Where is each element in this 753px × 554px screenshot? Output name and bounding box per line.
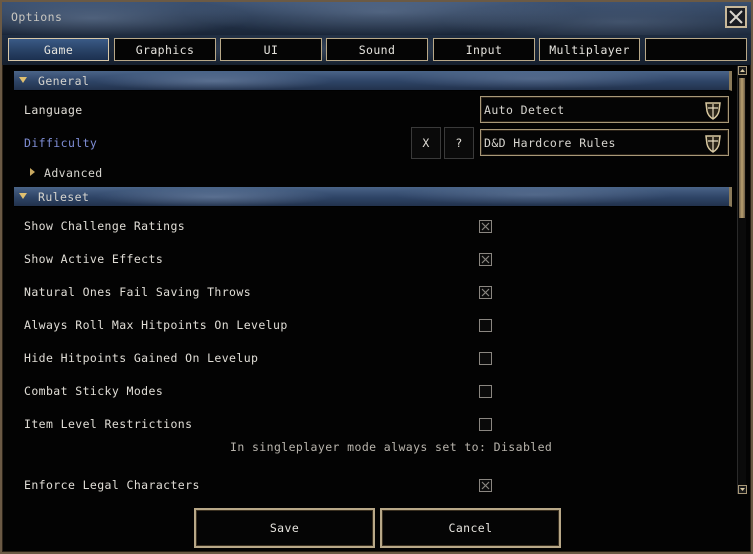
title-bar[interactable]: Options	[2, 2, 751, 35]
save-button[interactable]: Save	[194, 508, 375, 548]
option-checkbox[interactable]	[479, 220, 492, 233]
check-x-icon	[481, 255, 490, 264]
check-x-icon	[481, 481, 490, 490]
option-label: Enforce Legal Characters	[24, 478, 200, 492]
section-title-general: General	[38, 74, 90, 88]
arrow-up-icon	[740, 69, 745, 72]
option-label: Always Roll Max Hitpoints On Levelup	[24, 318, 288, 332]
tab-input[interactable]: Input	[433, 38, 535, 61]
section-header-general[interactable]: General	[14, 71, 732, 91]
check-x-icon	[481, 222, 490, 231]
language-label: Language	[24, 103, 83, 117]
section-title-ruleset: Ruleset	[38, 190, 90, 204]
scroll-thumb[interactable]	[739, 78, 745, 218]
option-checkbox[interactable]	[479, 253, 492, 266]
option-checkbox[interactable]	[479, 479, 492, 492]
shield-dropdown-icon	[705, 102, 721, 120]
options-window: Options Game Graphics UI Sound Input Mul…	[0, 0, 753, 554]
section-header-ruleset[interactable]: Ruleset	[14, 187, 732, 207]
option-label: Show Active Effects	[24, 252, 164, 266]
scroll-down-button[interactable]	[738, 485, 747, 494]
chevron-down-icon	[19, 77, 27, 83]
cancel-button[interactable]: Cancel	[380, 508, 561, 548]
arrow-down-icon	[740, 488, 745, 491]
tab-sound[interactable]: Sound	[326, 38, 428, 61]
tab-empty[interactable]	[645, 38, 747, 61]
close-icon	[729, 10, 743, 24]
difficulty-label[interactable]: Difficulty	[24, 136, 97, 150]
tab-ui[interactable]: UI	[220, 38, 322, 61]
close-button[interactable]	[725, 6, 747, 28]
footer-bar: Save Cancel	[2, 496, 751, 552]
option-checkbox[interactable]	[479, 385, 492, 398]
difficulty-help-button[interactable]: ?	[444, 127, 474, 159]
shield-dropdown-icon	[705, 135, 721, 153]
difficulty-value: D&D Hardcore Rules	[484, 136, 616, 150]
option-checkbox[interactable]	[479, 286, 492, 299]
tab-graphics[interactable]: Graphics	[114, 38, 216, 61]
option-label: Show Challenge Ratings	[24, 219, 186, 233]
window-title: Options	[11, 10, 63, 24]
option-checkbox[interactable]	[479, 418, 492, 431]
tab-multiplayer[interactable]: Multiplayer	[539, 38, 640, 61]
advanced-toggle[interactable]: Advanced	[30, 166, 103, 180]
option-label: Natural Ones Fail Saving Throws	[24, 285, 252, 299]
difficulty-dropdown[interactable]: D&D Hardcore Rules	[480, 129, 729, 156]
tab-bar: Game Graphics UI Sound Input Multiplayer	[2, 35, 751, 65]
option-label: Item Level Restrictions	[24, 417, 193, 431]
item-level-note: In singleplayer mode always set to: Disa…	[230, 440, 553, 454]
option-label: Combat Sticky Modes	[24, 384, 164, 398]
language-value: Auto Detect	[484, 103, 565, 117]
options-content: General Language Auto Detect Difficulty …	[10, 66, 738, 494]
scrollbar[interactable]	[737, 66, 747, 494]
language-dropdown[interactable]: Auto Detect	[480, 96, 729, 123]
option-label: Hide Hitpoints Gained On Levelup	[24, 351, 259, 365]
expand-arrow-icon	[30, 168, 35, 176]
tab-game[interactable]: Game	[8, 38, 109, 61]
option-checkbox[interactable]	[479, 319, 492, 332]
difficulty-reset-button[interactable]: X	[411, 127, 441, 159]
check-x-icon	[481, 288, 490, 297]
scroll-up-button[interactable]	[738, 66, 747, 75]
option-checkbox[interactable]	[479, 352, 492, 365]
advanced-label: Advanced	[44, 166, 103, 180]
chevron-down-icon	[19, 193, 27, 199]
